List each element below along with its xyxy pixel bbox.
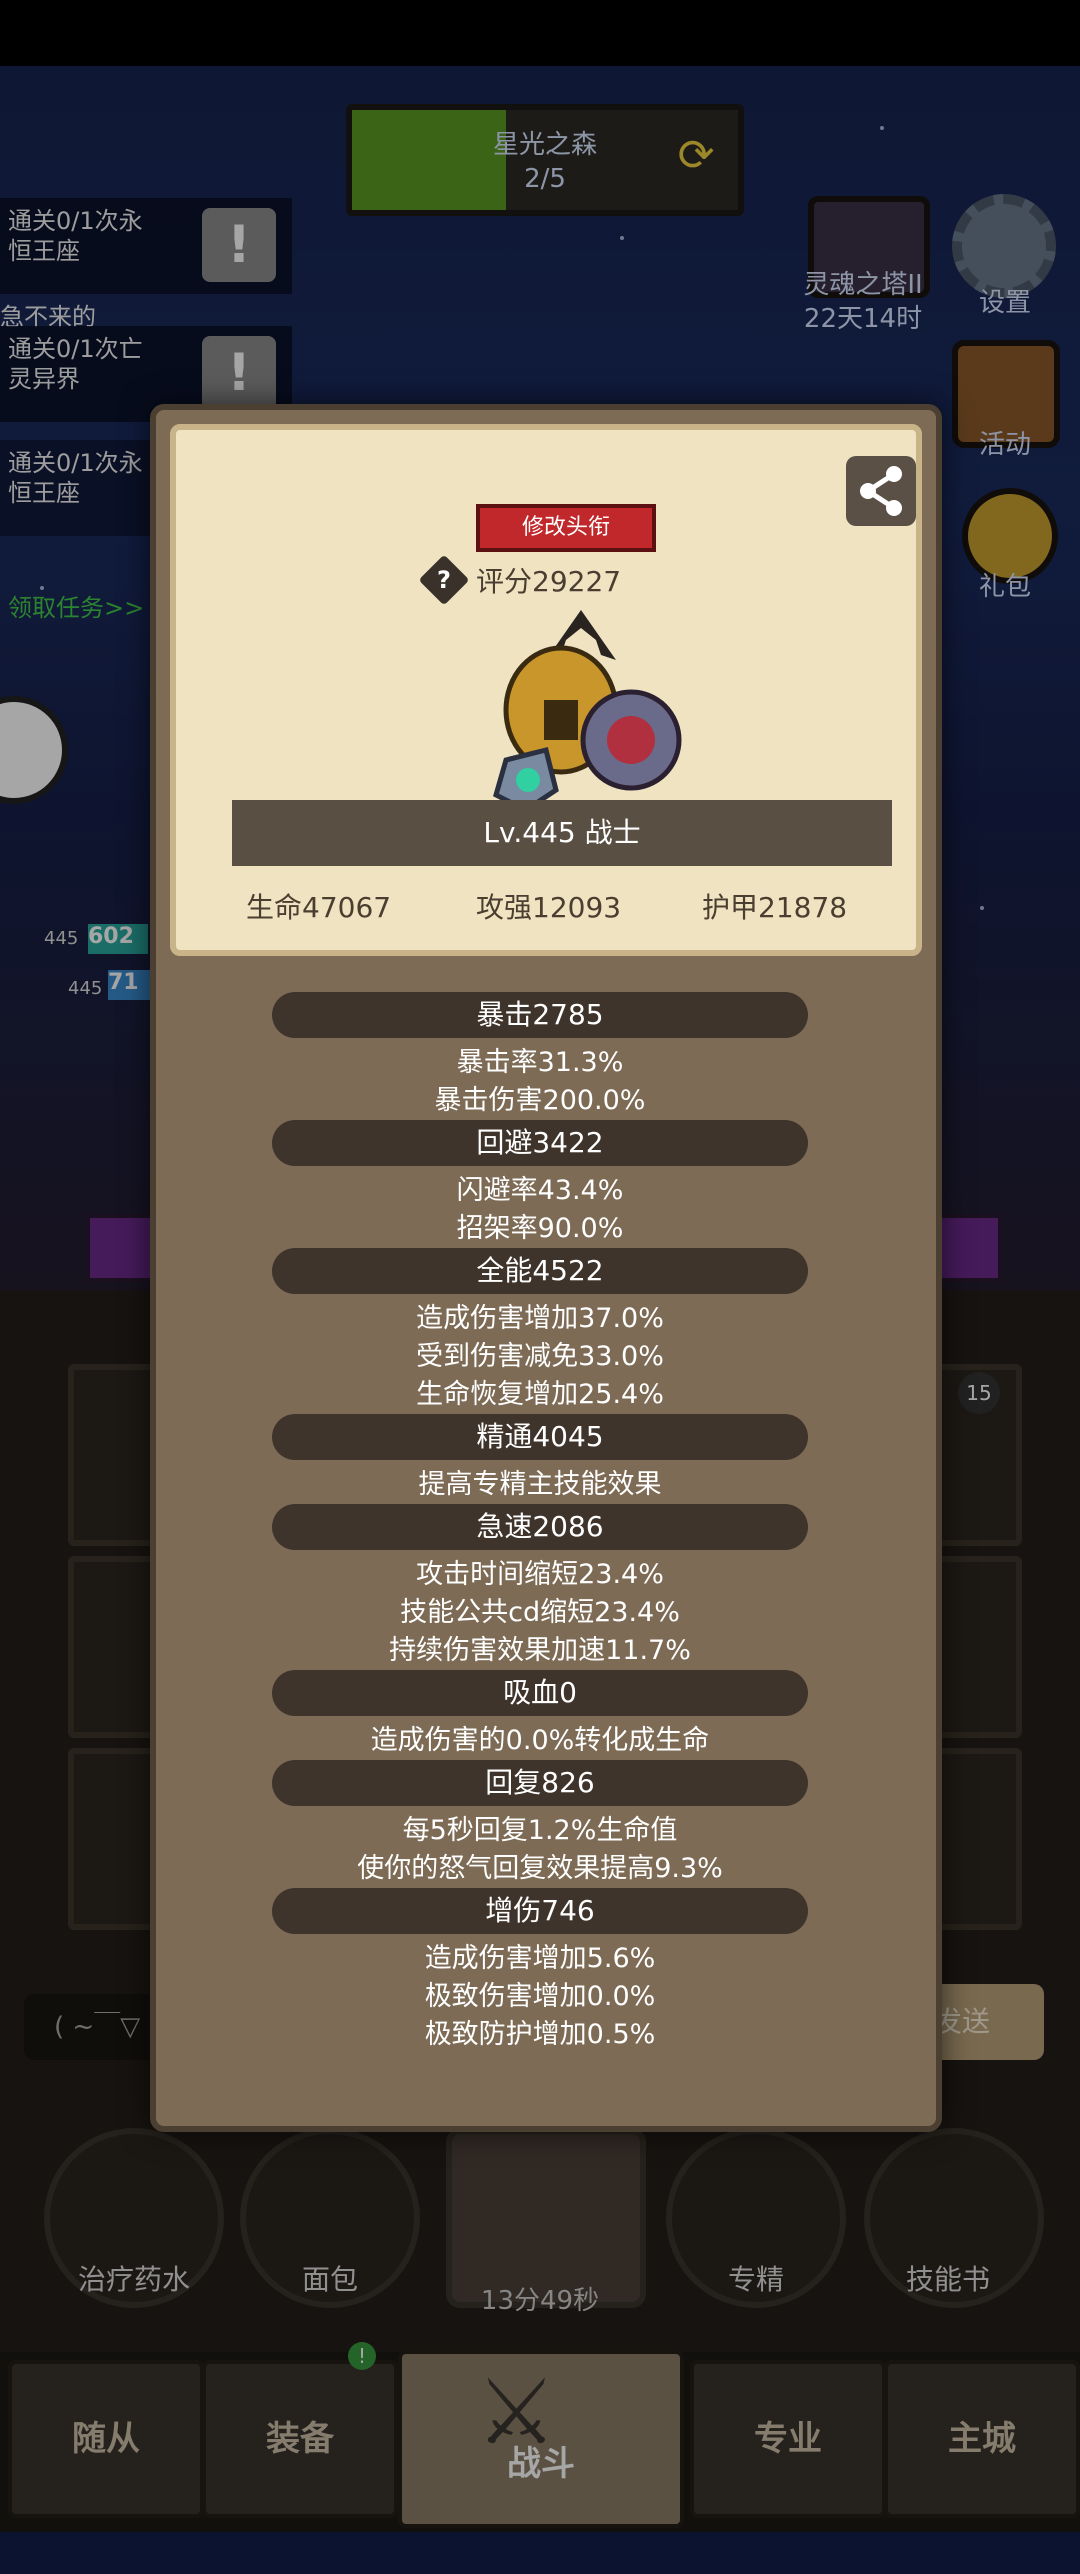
character-stats-modal: 修改头衔 ? 评分29227 Lv.445 战士 生命47067 攻强12093… — [150, 404, 942, 2132]
stat-detail: 使你的怒气回复效果提高9.3% — [357, 1853, 723, 1884]
stat-detail: 技能公共cd缩短23.4% — [400, 1597, 680, 1628]
stat-detail: 暴击率31.3% — [456, 1047, 624, 1078]
stat-detail: 招架率90.0% — [456, 1213, 624, 1244]
stat-group-header: 急速2086 — [272, 1504, 808, 1550]
stat-group-header: 回复826 — [272, 1760, 808, 1806]
stat-group-header: 全能4522 — [272, 1248, 808, 1294]
share-icon — [860, 466, 902, 516]
stat-detail: 闪避率43.4% — [456, 1175, 624, 1206]
stat-detail: 造成伤害增加37.0% — [416, 1303, 664, 1334]
level-class-text: Lv.445 战士 — [483, 816, 641, 849]
hp-stat: 生命47067 — [246, 891, 392, 924]
stat-detail: 持续伤害效果加速11.7% — [389, 1635, 691, 1666]
stat-detail: 攻击时间缩短23.4% — [416, 1559, 664, 1590]
stat-detail: 生命恢复增加25.4% — [416, 1379, 664, 1410]
score-text: 评分29227 — [476, 565, 622, 598]
level-class-banner: Lv.445 战士 — [232, 800, 892, 866]
stat-group-header: 增伤746 — [272, 1888, 808, 1934]
armor-stat: 护甲21878 — [702, 891, 848, 924]
stat-detail: 每5秒回复1.2%生命值 — [402, 1815, 678, 1846]
stat-detail: 暴击伤害200.0% — [434, 1085, 646, 1116]
attack-stat: 攻强12093 — [476, 891, 622, 924]
status-bar — [0, 0, 1080, 66]
character-card: 修改头衔 ? 评分29227 Lv.445 战士 生命47067 攻强12093… — [170, 424, 922, 956]
edit-title-button[interactable]: 修改头衔 — [476, 504, 656, 552]
stat-detail: 受到伤害减免33.0% — [416, 1341, 664, 1372]
stat-detail: 提高专精主技能效果 — [418, 1469, 662, 1500]
stat-group-header: 回避3422 — [272, 1120, 808, 1166]
stat-group-header: 吸血0 — [272, 1670, 808, 1716]
share-button[interactable] — [846, 456, 916, 526]
stat-detail: 极致伤害增加0.0% — [424, 1981, 656, 2012]
stat-detail: 造成伤害的0.0%转化成生命 — [370, 1725, 710, 1756]
help-icon-glyph: ? — [437, 566, 451, 594]
stat-group-header: 精通4045 — [272, 1414, 808, 1460]
stat-group-header: 暴击2785 — [272, 992, 808, 1038]
stat-detail: 极致防护增加0.5% — [424, 2019, 656, 2050]
stat-detail: 造成伤害增加5.6% — [424, 1943, 656, 1974]
